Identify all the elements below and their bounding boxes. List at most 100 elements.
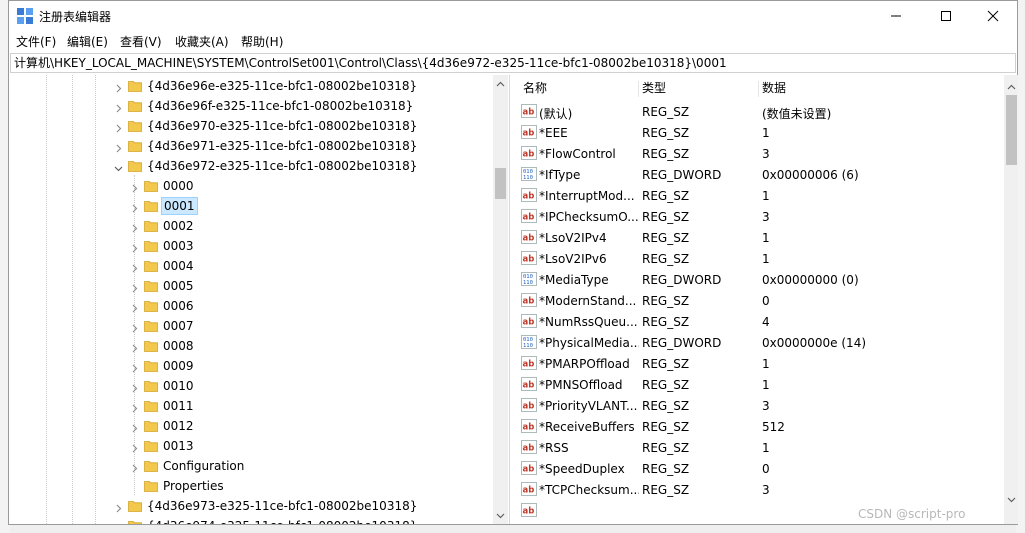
tree-scrollbar[interactable] <box>493 75 508 524</box>
chevron-right-icon[interactable] <box>130 282 139 296</box>
tree-node[interactable]: 0010 <box>10 376 490 396</box>
value-row[interactable]: ab *EEE REG_SZ 1 <box>514 122 1004 143</box>
chevron-right-icon[interactable] <box>130 202 139 216</box>
chevron-right-icon[interactable] <box>114 502 123 516</box>
tree-node[interactable]: 0008 <box>10 336 490 356</box>
tree-node-label[interactable]: 0006 <box>161 299 196 313</box>
tree-node-label[interactable]: 0005 <box>161 279 196 293</box>
chevron-right-icon[interactable] <box>130 422 139 436</box>
tree-node-label[interactable]: {4d36e973-e325-11ce-bfc1-08002be10318} <box>145 499 419 513</box>
value-row[interactable]: ab *TCPChecksum... REG_SZ 3 <box>514 479 1004 500</box>
values-scroll-up-button[interactable] <box>1004 79 1018 94</box>
chevron-right-icon[interactable] <box>114 522 123 524</box>
tree-node-label[interactable]: {4d36e971-e325-11ce-bfc1-08002be10318} <box>145 139 419 153</box>
chevron-down-icon[interactable] <box>114 162 123 176</box>
tree-node[interactable]: {4d36e974-e325-11ce-bfc1-08002be10318} <box>10 516 490 524</box>
maximize-button[interactable] <box>923 1 969 31</box>
chevron-right-icon[interactable] <box>130 462 139 476</box>
tree-node-label[interactable]: 0000 <box>161 179 196 193</box>
tree-node[interactable]: 0013 <box>10 436 490 456</box>
tree-node-label[interactable]: 0002 <box>161 219 196 233</box>
tree-node[interactable]: {4d36e96e-e325-11ce-bfc1-08002be10318} <box>10 76 490 96</box>
tree-node-label[interactable]: 0004 <box>161 259 196 273</box>
value-row[interactable]: ab *PMARPOffload REG_SZ 1 <box>514 353 1004 374</box>
value-row[interactable]: ab *PriorityVLANT... REG_SZ 3 <box>514 395 1004 416</box>
chevron-right-icon[interactable] <box>130 262 139 276</box>
close-button[interactable] <box>970 1 1016 31</box>
value-row[interactable]: ab *InterruptMod... REG_SZ 1 <box>514 185 1004 206</box>
value-row[interactable]: ab *IPChecksumO... REG_SZ 3 <box>514 206 1004 227</box>
tree-node[interactable]: 0003 <box>10 236 490 256</box>
column-divider[interactable] <box>758 81 759 97</box>
chevron-right-icon[interactable] <box>130 182 139 196</box>
tree-node-label[interactable]: 0003 <box>161 239 196 253</box>
value-row[interactable]: ab *LsoV2IPv6 REG_SZ 1 <box>514 248 1004 269</box>
chevron-right-icon[interactable] <box>114 122 123 136</box>
tree-scroll-up-button[interactable] <box>493 76 508 91</box>
tree-node[interactable]: {4d36e971-e325-11ce-bfc1-08002be10318} <box>10 136 490 156</box>
menu-file[interactable]: 文件(F) <box>16 33 56 50</box>
column-divider[interactable] <box>638 81 639 97</box>
tree-node[interactable]: 0007 <box>10 316 490 336</box>
chevron-right-icon[interactable] <box>130 322 139 336</box>
tree-node[interactable]: {4d36e973-e325-11ce-bfc1-08002be10318} <box>10 496 490 516</box>
tree-node-label[interactable]: 0007 <box>161 319 196 333</box>
tree-node-label[interactable]: {4d36e96f-e325-11ce-bfc1-08002be10318} <box>145 99 415 113</box>
tree-node-label[interactable]: {4d36e972-e325-11ce-bfc1-08002be10318} <box>145 159 419 173</box>
tree-node-label[interactable]: 0011 <box>161 399 196 413</box>
tree-node-label[interactable]: {4d36e974-e325-11ce-bfc1-08002be10318} <box>145 519 419 524</box>
value-row[interactable]: ab *LsoV2IPv4 REG_SZ 1 <box>514 227 1004 248</box>
chevron-right-icon[interactable] <box>130 342 139 356</box>
tree-node[interactable]: 0009 <box>10 356 490 376</box>
tree-node[interactable]: 0011 <box>10 396 490 416</box>
chevron-right-icon[interactable] <box>114 102 123 116</box>
tree-node[interactable]: {4d36e972-e325-11ce-bfc1-08002be10318} <box>10 156 490 176</box>
tree-node-label[interactable]: 0009 <box>161 359 196 373</box>
tree-node-label[interactable]: {4d36e970-e325-11ce-bfc1-08002be10318} <box>145 119 419 133</box>
value-row[interactable]: ab *SpeedDuplex REG_SZ 0 <box>514 458 1004 479</box>
chevron-right-icon[interactable] <box>130 362 139 376</box>
tree-node[interactable]: Properties <box>10 476 490 496</box>
tree-node[interactable]: 0006 <box>10 296 490 316</box>
menu-favorites[interactable]: 收藏夹(A) <box>175 33 229 50</box>
tree-node-label[interactable]: {4d36e96e-e325-11ce-bfc1-08002be10318} <box>145 79 419 93</box>
tree-node[interactable]: 0012 <box>10 416 490 436</box>
address-bar[interactable]: 计算机\HKEY_LOCAL_MACHINE\SYSTEM\ControlSet… <box>10 53 1016 73</box>
chevron-right-icon[interactable] <box>130 382 139 396</box>
tree-node[interactable]: 0004 <box>10 256 490 276</box>
tree-node[interactable]: 0005 <box>10 276 490 296</box>
value-row[interactable]: ab *ModernStand... REG_SZ 0 <box>514 290 1004 311</box>
values-scroll-down-button[interactable] <box>1004 492 1018 507</box>
tree-node-label[interactable]: 0013 <box>161 439 196 453</box>
chevron-right-icon[interactable] <box>114 142 123 156</box>
values-scrollbar[interactable] <box>1004 75 1018 524</box>
tree-node[interactable]: 0000 <box>10 176 490 196</box>
column-header-data[interactable]: 数据 <box>762 79 786 99</box>
tree-node[interactable]: 0002 <box>10 216 490 236</box>
tree-node-label-selected[interactable]: 0001 <box>161 197 198 215</box>
chevron-right-icon[interactable] <box>130 442 139 456</box>
tree-node[interactable]: Configuration <box>10 456 490 476</box>
values-scroll-thumb[interactable] <box>1006 95 1017 165</box>
menu-help[interactable]: 帮助(H) <box>241 33 283 50</box>
value-row[interactable]: 010 110 *MediaType REG_DWORD 0x00000000 (0) <box>514 269 1004 290</box>
value-row[interactable]: ab *NumRssQueu... REG_SZ 4 <box>514 311 1004 332</box>
tree-node[interactable]: {4d36e970-e325-11ce-bfc1-08002be10318} <box>10 116 490 136</box>
menu-edit[interactable]: 编辑(E) <box>67 33 108 50</box>
chevron-right-icon[interactable] <box>114 82 123 96</box>
chevron-right-icon[interactable] <box>130 402 139 416</box>
tree-node[interactable]: 0001 <box>10 196 490 216</box>
column-header-type[interactable]: 类型 <box>642 79 666 99</box>
value-row[interactable]: ab (默认) REG_SZ (数值未设置) <box>514 101 1004 122</box>
value-row[interactable]: 010 110 *PhysicalMedia... REG_DWORD 0x000000… <box>514 332 1004 353</box>
tree-node-label[interactable]: 0012 <box>161 419 196 433</box>
menu-view[interactable]: 查看(V) <box>120 33 162 50</box>
column-header-name[interactable]: 名称 <box>523 79 547 99</box>
value-row[interactable]: ab *PMNSOffload REG_SZ 1 <box>514 374 1004 395</box>
chevron-right-icon[interactable] <box>130 242 139 256</box>
value-row[interactable]: 010 110 *IfType REG_DWORD 0x00000006 (6) <box>514 164 1004 185</box>
tree-node-label[interactable]: 0008 <box>161 339 196 353</box>
value-row[interactable]: ab *FlowControl REG_SZ 3 <box>514 143 1004 164</box>
tree-node[interactable]: {4d36e96f-e325-11ce-bfc1-08002be10318} <box>10 96 490 116</box>
minimize-button[interactable] <box>873 1 919 31</box>
